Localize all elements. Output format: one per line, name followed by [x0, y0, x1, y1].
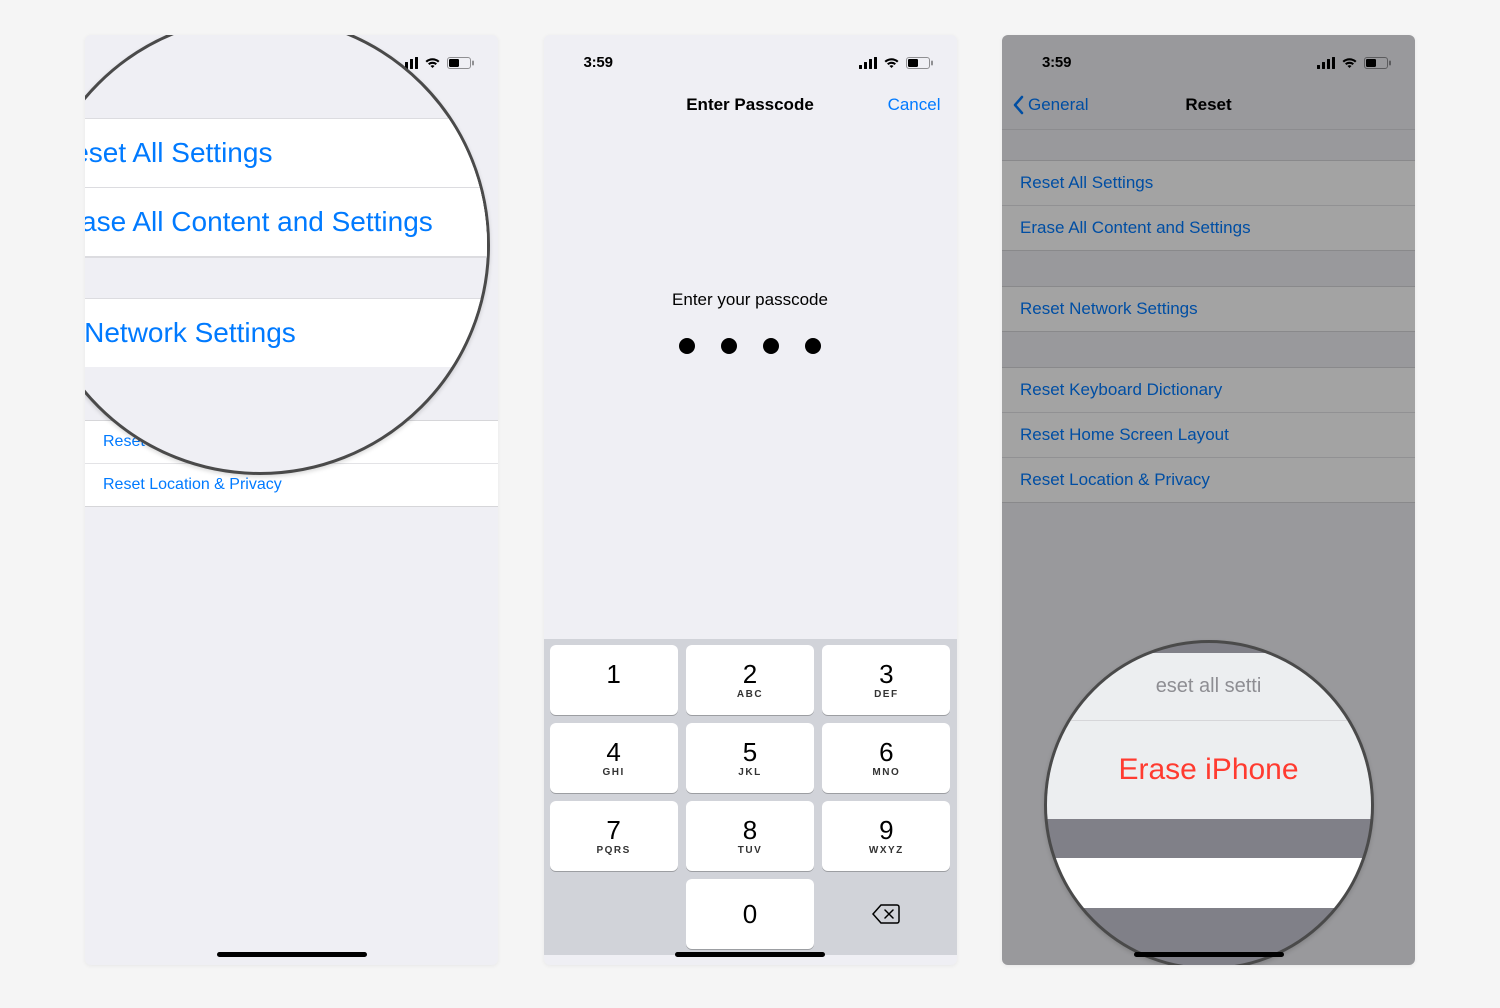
keypad-0[interactable]: 0 — [686, 879, 814, 949]
nav-bar: Enter Passcode Cancel — [544, 80, 957, 130]
keypad-4[interactable]: 4GHI — [550, 723, 678, 793]
action-prompt: eset all setti — [1044, 653, 1374, 721]
home-indicator — [1134, 952, 1284, 957]
keypad-8[interactable]: 8TUV — [686, 801, 814, 871]
row-reset-network[interactable]: et Network Settings — [85, 299, 487, 367]
wifi-icon — [424, 57, 441, 69]
cancel-button[interactable] — [1044, 858, 1374, 908]
battery-icon — [447, 57, 474, 69]
keypad-2[interactable]: 2ABC — [686, 645, 814, 715]
keypad-3[interactable]: 3DEF — [822, 645, 950, 715]
status-bar: 3:59 — [544, 35, 957, 80]
phone-enter-passcode: 3:59 Enter Passcode Cancel Enter your pa… — [544, 35, 957, 965]
keypad-backspace[interactable] — [822, 879, 950, 949]
erase-iphone-button[interactable]: Erase iPhone — [1044, 721, 1374, 819]
passcode-dots — [544, 338, 957, 354]
row-reset-all-settings[interactable]: Reset All Settings — [85, 119, 487, 188]
keypad-1[interactable]: 1 — [550, 645, 678, 715]
status-icons — [400, 57, 474, 69]
backspace-icon — [872, 904, 900, 924]
passcode-prompt: Enter your passcode — [544, 290, 957, 310]
row-erase-all-content[interactable]: Erase All Content and Settings — [85, 188, 487, 257]
keypad-9[interactable]: 9WXYZ — [822, 801, 950, 871]
status-time: 3:59 — [584, 54, 613, 71]
cellular-icon — [859, 57, 877, 69]
page-title: Enter Passcode — [686, 95, 814, 115]
cancel-button[interactable]: Cancel — [888, 80, 941, 130]
home-indicator — [675, 952, 825, 957]
keypad-7[interactable]: 7PQRS — [550, 801, 678, 871]
keypad-empty — [550, 879, 678, 949]
home-indicator — [217, 952, 367, 957]
status-icons — [859, 57, 933, 69]
phone-erase-confirm: 3:59 General Reset Reset All Settings Er… — [1002, 35, 1415, 965]
inspection-loupe: eset all setti Erase iPhone — [1044, 640, 1374, 965]
battery-icon — [906, 57, 933, 69]
keypad-5[interactable]: 5JKL — [686, 723, 814, 793]
keypad-6[interactable]: 6MNO — [822, 723, 950, 793]
numeric-keypad: 1 2ABC 3DEF 4GHI 5JKL 6MNO 7PQRS 8TUV 9W… — [544, 639, 957, 955]
phone-reset-screen: Reset Home Screen Layout Reset Location … — [85, 35, 498, 965]
wifi-icon — [883, 57, 900, 69]
